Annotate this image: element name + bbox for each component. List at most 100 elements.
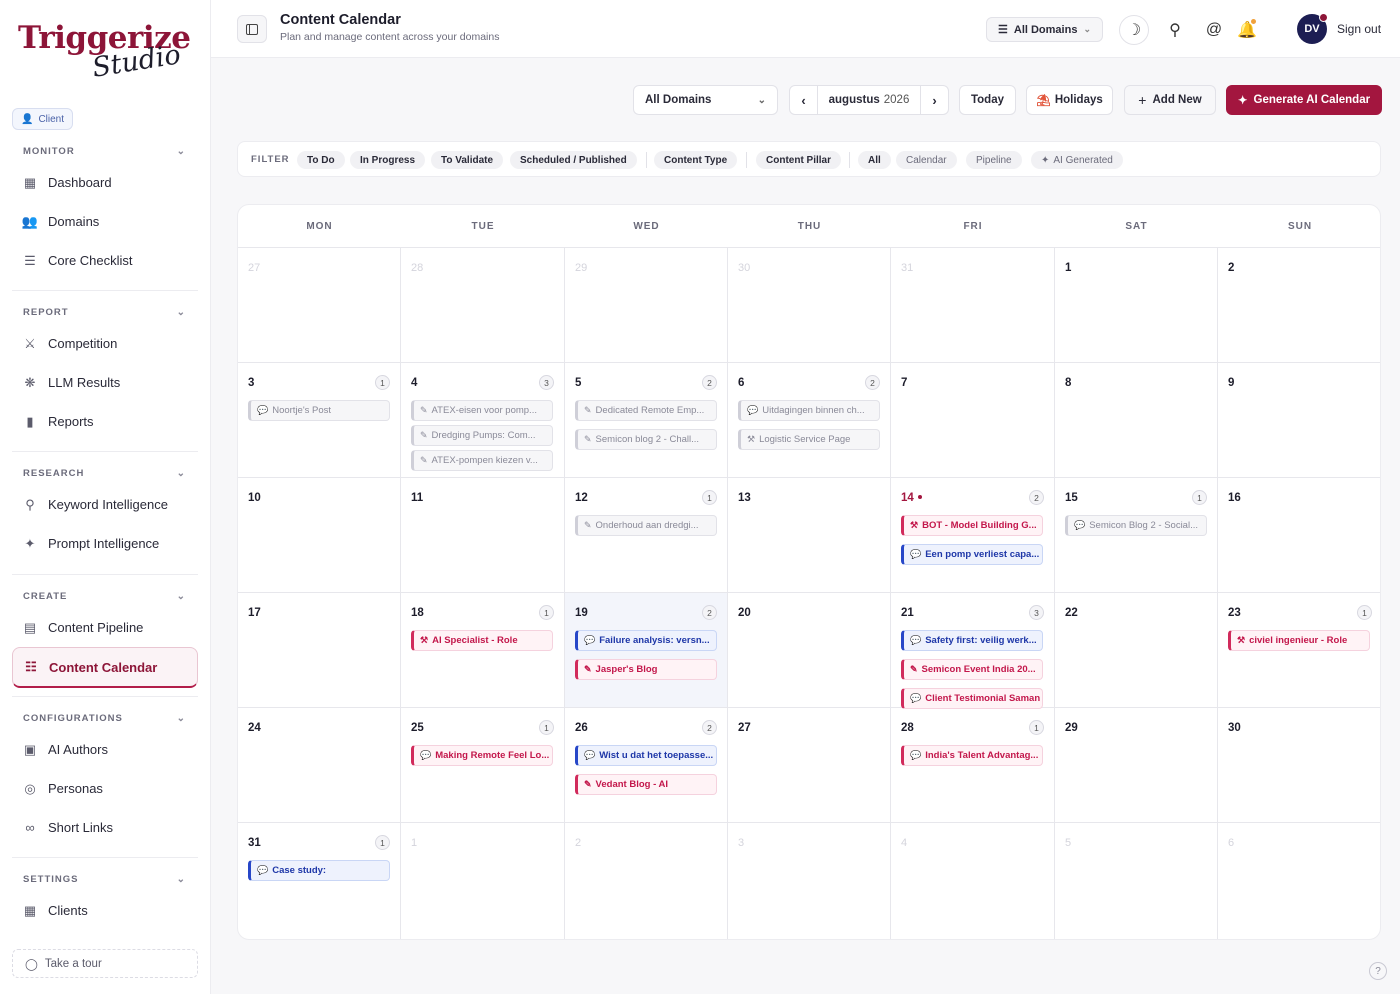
calendar-day-cell[interactable]: 7 bbox=[891, 363, 1055, 478]
filter-chip-ai-generated[interactable]: ✦ AI Generated bbox=[1031, 151, 1123, 169]
calendar-event[interactable]: 💬 Uitdagingen binnen ch... bbox=[738, 400, 880, 421]
sidebar-item-personas[interactable]: ◎ Personas bbox=[12, 769, 198, 808]
calendar-day-cell[interactable]: 25 1 💬 Making Remote Feel Lo... bbox=[401, 708, 565, 823]
sidebar-item-prompt-intelligence[interactable]: ✦ Prompt Intelligence bbox=[12, 524, 198, 563]
sidebar-item-content-calendar[interactable]: ☷ Content Calendar bbox=[12, 647, 198, 688]
calendar-event[interactable]: ✎ Semicon Event India 20... bbox=[901, 659, 1043, 680]
calendar-event[interactable]: ⚒ AI Specialist - Role bbox=[411, 630, 553, 651]
calendar-day-cell[interactable]: 6 bbox=[1218, 823, 1380, 939]
calendar-day-cell[interactable]: 4 3 ✎ ATEX-eisen voor pomp... ✎ Dredging Pump… bbox=[401, 363, 565, 478]
calendar-day-cell[interactable]: 4 bbox=[891, 823, 1055, 939]
calendar-day-cell[interactable]: 17 bbox=[238, 593, 401, 708]
calendar-day-cell[interactable]: 6 2 💬 Uitdagingen binnen ch... ⚒ Logistic Ser… bbox=[728, 363, 891, 478]
sidebar-section-header[interactable]: CREATE ⌄ bbox=[12, 586, 198, 606]
calendar-day-cell[interactable]: 31 1 💬 Case study: bbox=[238, 823, 401, 939]
sidebar-section-header[interactable]: REPORT ⌄ bbox=[12, 302, 198, 322]
today-button[interactable]: Today bbox=[959, 85, 1016, 115]
sidebar-section-header[interactable]: SETTINGS ⌄ bbox=[12, 869, 198, 889]
calendar-event[interactable]: 💬 Safety first: veilig werk... bbox=[901, 630, 1043, 651]
calendar-day-cell[interactable]: 22 bbox=[1055, 593, 1218, 708]
filter-chip-in-progress[interactable]: In Progress bbox=[350, 151, 426, 169]
sidebar-item-content-pipeline[interactable]: ▤ Content Pipeline bbox=[12, 608, 198, 647]
search-button[interactable]: ⚲ bbox=[1160, 15, 1190, 45]
add-new-button[interactable]: + Add New bbox=[1124, 85, 1216, 115]
brand-logo[interactable]: Triggerize Studio bbox=[18, 20, 191, 86]
calendar-day-cell[interactable]: 2 bbox=[1218, 248, 1380, 363]
sidebar-section-header[interactable]: RESEARCH ⌄ bbox=[12, 463, 198, 483]
calendar-day-cell[interactable]: 10 bbox=[238, 478, 401, 593]
holidays-button[interactable]: ⛱ Holidays bbox=[1026, 85, 1113, 115]
calendar-day-cell[interactable]: 12 1 ✎ Onderhoud aan dredgi... bbox=[565, 478, 728, 593]
filter-chip-to-do[interactable]: To Do bbox=[297, 151, 345, 169]
help-button[interactable]: ? bbox=[1369, 962, 1387, 980]
sidebar-item-short-links[interactable]: ∞ Short Links bbox=[12, 808, 198, 847]
mentions-button[interactable]: @ bbox=[1199, 15, 1229, 45]
generate-ai-calendar-button[interactable]: ✦ Generate AI Calendar bbox=[1226, 85, 1382, 115]
calendar-event[interactable]: ⚒ BOT - Model Building G... bbox=[901, 515, 1043, 536]
sidebar-section-header[interactable]: CONFIGURATIONS ⌄ bbox=[12, 708, 198, 728]
calendar-day-cell[interactable]: 3 bbox=[728, 823, 891, 939]
sidebar-item-competition[interactable]: ⚔ Competition bbox=[12, 324, 198, 363]
calendar-event[interactable]: ✎ ATEX-pompen kiezen v... bbox=[411, 450, 553, 471]
calendar-day-cell[interactable]: 29 bbox=[565, 248, 728, 363]
calendar-event[interactable]: 💬 Client Testimonial Saman bbox=[901, 688, 1043, 709]
calendar-event[interactable]: ✎ Onderhoud aan dredgi... bbox=[575, 515, 717, 536]
next-month-button[interactable]: › bbox=[921, 86, 948, 114]
calendar-day-cell[interactable]: 19 2 💬 Failure analysis: versn... ✎ Jasper's … bbox=[565, 593, 728, 708]
view-chip-all[interactable]: All bbox=[858, 151, 891, 169]
avatar[interactable]: DV bbox=[1297, 13, 1328, 44]
filter-chip-content-pillar[interactable]: Content Pillar bbox=[756, 151, 842, 169]
calendar-day-cell[interactable]: 30 bbox=[728, 248, 891, 363]
calendar-day-cell[interactable]: 20 bbox=[728, 593, 891, 708]
calendar-day-cell[interactable]: 9 bbox=[1218, 363, 1380, 478]
sidebar-item-clients[interactable]: ▦ Clients bbox=[12, 891, 198, 930]
calendar-day-cell[interactable]: 30 bbox=[1218, 708, 1380, 823]
calendar-event[interactable]: ✎ Jasper's Blog bbox=[575, 659, 717, 680]
header-domain-select[interactable]: ☰ All Domains ⌄ bbox=[986, 17, 1103, 42]
view-chip-pipeline[interactable]: Pipeline bbox=[966, 151, 1022, 169]
calendar-day-cell[interactable]: 11 bbox=[401, 478, 565, 593]
calendar-event[interactable]: 💬 Noortje's Post bbox=[248, 400, 390, 421]
sidebar-item-domains[interactable]: 👥 Domains bbox=[12, 202, 198, 241]
prev-month-button[interactable]: ‹ bbox=[790, 86, 817, 114]
sidebar-item-reports[interactable]: ▮ Reports bbox=[12, 402, 198, 441]
calendar-day-cell[interactable]: 1 bbox=[401, 823, 565, 939]
calendar-day-cell[interactable]: 16 bbox=[1218, 478, 1380, 593]
sidebar-item-keyword-intelligence[interactable]: ⚲ Keyword Intelligence bbox=[12, 485, 198, 524]
calendar-day-cell[interactable]: 27 bbox=[728, 708, 891, 823]
notifications-button[interactable]: 🔔 bbox=[1232, 15, 1262, 45]
calendar-event[interactable]: ✎ Dredging Pumps: Com... bbox=[411, 425, 553, 446]
calendar-day-cell[interactable]: 8 bbox=[1055, 363, 1218, 478]
calendar-event[interactable]: 💬 Failure analysis: versn... bbox=[575, 630, 717, 651]
toggle-sidebar-button[interactable] bbox=[237, 15, 267, 43]
calendar-event[interactable]: ✎ Dedicated Remote Emp... bbox=[575, 400, 717, 421]
domain-filter-select[interactable]: All Domains ⌄ bbox=[633, 85, 778, 115]
calendar-day-cell[interactable]: 31 bbox=[891, 248, 1055, 363]
calendar-event[interactable]: 💬 Making Remote Feel Lo... bbox=[411, 745, 553, 766]
calendar-event[interactable]: ✎ Semicon blog 2 - Chall... bbox=[575, 429, 717, 450]
calendar-event[interactable]: ✎ Vedant Blog - AI bbox=[575, 774, 717, 795]
calendar-event[interactable]: 💬 Een pomp verliest capa... bbox=[901, 544, 1043, 565]
sign-out-link[interactable]: Sign out bbox=[1337, 22, 1381, 36]
view-chip-calendar[interactable]: Calendar bbox=[896, 151, 957, 169]
month-display[interactable]: augustus 2026 bbox=[817, 86, 921, 114]
calendar-day-cell[interactable]: 28 1 💬 India's Talent Advantag... bbox=[891, 708, 1055, 823]
sidebar-item-dashboard[interactable]: ▦ Dashboard bbox=[12, 163, 198, 202]
calendar-event[interactable]: ⚒ civiel ingenieur - Role bbox=[1228, 630, 1370, 651]
calendar-event[interactable]: 💬 Wist u dat het toepasse... bbox=[575, 745, 717, 766]
take-tour-button[interactable]: ◯ Take a tour bbox=[12, 949, 198, 978]
sidebar-item-llm-results[interactable]: ❋ LLM Results bbox=[12, 363, 198, 402]
calendar-day-cell[interactable]: 14 2 ⚒ BOT - Model Building G... 💬 Een pomp v… bbox=[891, 478, 1055, 593]
calendar-day-cell[interactable]: 1 bbox=[1055, 248, 1218, 363]
filter-chip-to-validate[interactable]: To Validate bbox=[431, 151, 504, 169]
sidebar-item-ai-authors[interactable]: ▣ AI Authors bbox=[12, 730, 198, 769]
sidebar-item-core-checklist[interactable]: ☰ Core Checklist bbox=[12, 241, 198, 280]
calendar-day-cell[interactable]: 5 2 ✎ Dedicated Remote Emp... ✎ Semicon blog … bbox=[565, 363, 728, 478]
calendar-day-cell[interactable]: 29 bbox=[1055, 708, 1218, 823]
calendar-day-cell[interactable]: 2 bbox=[565, 823, 728, 939]
sidebar-section-header[interactable]: MONITOR ⌄ bbox=[12, 141, 198, 161]
calendar-day-cell[interactable]: 27 bbox=[238, 248, 401, 363]
calendar-day-cell[interactable]: 13 bbox=[728, 478, 891, 593]
calendar-event[interactable]: ⚒ Logistic Service Page bbox=[738, 429, 880, 450]
calendar-day-cell[interactable]: 21 3 💬 Safety first: veilig werk... ✎ Semicon… bbox=[891, 593, 1055, 709]
